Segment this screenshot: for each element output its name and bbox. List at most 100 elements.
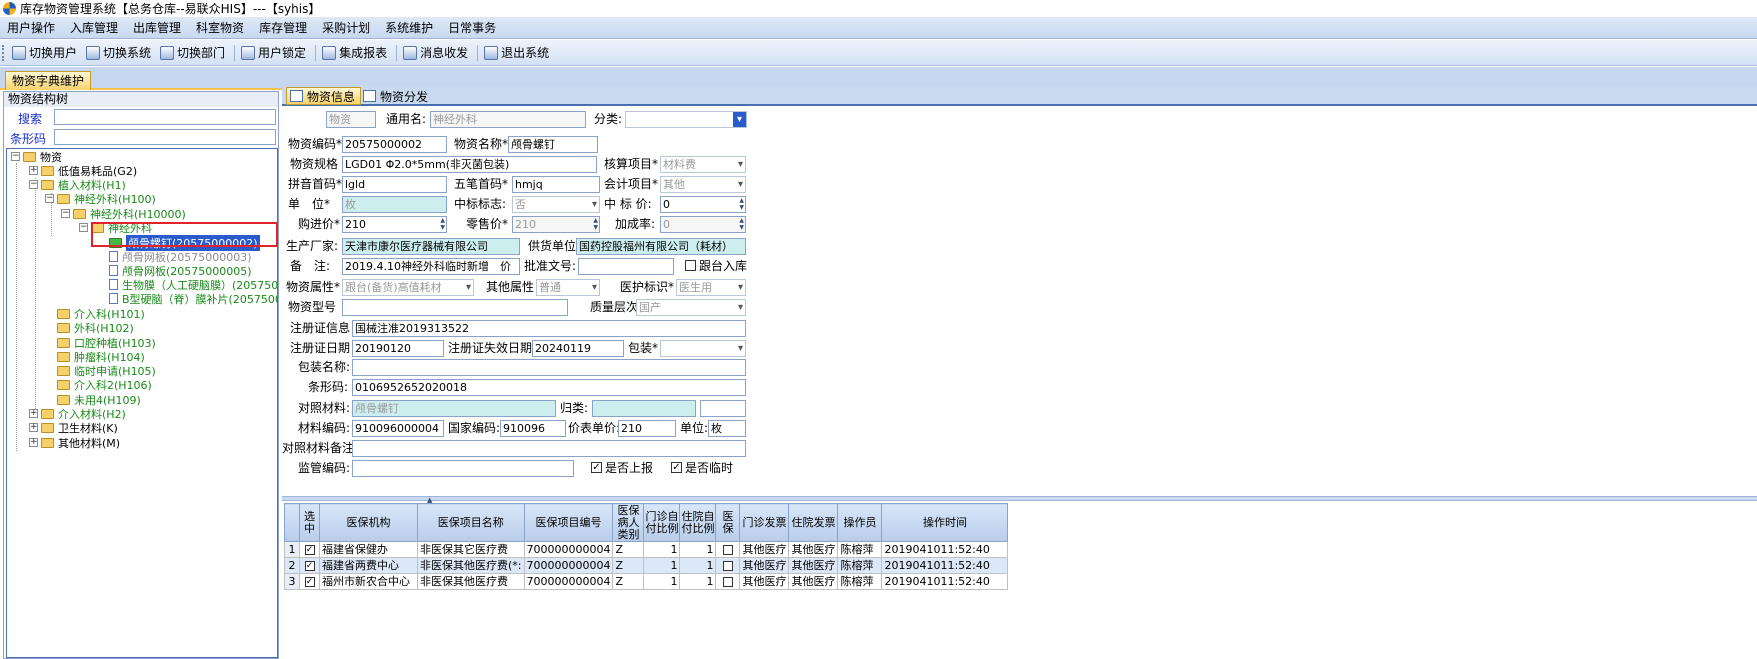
- select-cell[interactable]: ✓: [299, 557, 320, 574]
- row-select-checkbox[interactable]: ✓: [304, 544, 315, 555]
- tree-node[interactable]: − 神经外科(H100): [45, 191, 156, 206]
- other-property-select[interactable]: 普通: [536, 279, 600, 296]
- collapse-toggle[interactable]: −: [45, 194, 54, 203]
- switch-user-button[interactable]: 切换用户: [9, 44, 83, 61]
- expand-toggle[interactable]: +: [29, 423, 38, 432]
- quality-select[interactable]: 国产: [636, 299, 746, 316]
- note-field[interactable]: 2019.4.10神经外科临时新增 价: [342, 258, 520, 275]
- collapse-toggle[interactable]: −: [29, 180, 38, 189]
- column-header[interactable]: 医保: [715, 503, 741, 542]
- collapse-toggle[interactable]: −: [79, 223, 88, 232]
- row-select-checkbox[interactable]: ✓: [304, 576, 315, 587]
- menu-purchase-plan[interactable]: 采购计划: [315, 17, 378, 38]
- insurance-checkbox[interactable]: [722, 576, 733, 587]
- row-select-checkbox[interactable]: ✓: [304, 560, 315, 571]
- select-cell[interactable]: ✓: [299, 541, 320, 558]
- tab-material-dictionary[interactable]: 物资字典维护: [5, 71, 92, 90]
- column-header[interactable]: 医保项目名称: [417, 503, 525, 542]
- name-field[interactable]: 颅骨螺钉: [508, 136, 598, 153]
- table-row[interactable]: 2 ✓ 福建省两费中心 非医保其他医疗费(*: 700000000004 Z 1…: [284, 557, 1009, 574]
- tree-node[interactable]: B型硬脑（脊）膜补片(2057500: [109, 291, 277, 306]
- tree-node[interactable]: + 卫生材料(K): [29, 420, 118, 435]
- menu-dept-materials[interactable]: 科室物资: [189, 17, 252, 38]
- column-header[interactable]: 住院发票: [788, 503, 839, 542]
- material-code-field[interactable]: 910096000004: [352, 420, 444, 437]
- package-name-field[interactable]: [352, 359, 746, 376]
- registration-field[interactable]: 国械注准2019313522: [352, 320, 746, 337]
- expand-toggle[interactable]: +: [29, 438, 38, 447]
- menu-daily[interactable]: 日常事务: [441, 17, 504, 38]
- category-select[interactable]: [625, 111, 747, 128]
- bid-price-stepper[interactable]: 0: [660, 196, 746, 213]
- message-button[interactable]: 消息收发: [400, 44, 474, 61]
- tab-material-info[interactable]: 物资信息: [286, 87, 362, 105]
- reported-checkbox[interactable]: ✓: [591, 462, 602, 473]
- column-header[interactable]: 操作员: [837, 503, 883, 542]
- column-header[interactable]: 医保机构: [319, 503, 418, 542]
- insurance-checkbox[interactable]: [722, 560, 733, 571]
- exit-button[interactable]: 退出系统: [481, 44, 555, 61]
- spec-field[interactable]: LGD01 Φ2.0*5mm(非灭菌包装): [342, 156, 597, 173]
- tree-node[interactable]: 介入科2(H106): [57, 377, 152, 392]
- tab-material-distribution[interactable]: 物资分发: [360, 87, 433, 105]
- code-field[interactable]: 20575000002: [342, 136, 447, 153]
- column-header[interactable]: 操作时间: [881, 503, 1009, 542]
- mapped-material-field[interactable]: 颅骨螺钉: [352, 400, 556, 417]
- retail-price-stepper[interactable]: 210: [512, 216, 600, 233]
- menu-system[interactable]: 系统维护: [378, 17, 441, 38]
- mapped-note-field[interactable]: [352, 440, 746, 457]
- purchase-price-stepper[interactable]: 210: [342, 216, 447, 233]
- menu-outbound[interactable]: 出库管理: [126, 17, 189, 38]
- pinyin-field[interactable]: lgld: [342, 176, 447, 193]
- medical-flag-select[interactable]: 医生用: [676, 279, 746, 296]
- accounting-item-select[interactable]: 材料费: [660, 156, 746, 173]
- follow-stock-checkbox[interactable]: [685, 260, 696, 271]
- classify-field[interactable]: [592, 400, 696, 417]
- price-unit-field[interactable]: 210: [618, 420, 676, 437]
- supervision-code-field[interactable]: [352, 460, 574, 477]
- column-header[interactable]: 住院自付比例: [679, 503, 717, 542]
- insurance-checkbox[interactable]: [722, 544, 733, 555]
- lock-user-button[interactable]: 用户锁定: [238, 44, 312, 61]
- unit-short-field[interactable]: 枚: [708, 420, 746, 437]
- markup-rate-stepper[interactable]: 0: [660, 216, 746, 233]
- wubi-field[interactable]: hmjq: [512, 176, 600, 193]
- property-select[interactable]: 跟台(备货)高值耗材: [342, 279, 474, 296]
- report-button[interactable]: 集成报表: [319, 44, 393, 61]
- bid-flag-select[interactable]: 否: [512, 196, 600, 213]
- barcode-field[interactable]: 0106952652020018: [352, 379, 746, 396]
- column-header[interactable]: 医保项目编号: [523, 503, 614, 542]
- expand-toggle[interactable]: +: [29, 409, 38, 418]
- insurance-cell[interactable]: [715, 557, 741, 574]
- manufacturer-field[interactable]: 天津市康尔医疗器械有限公司: [342, 238, 520, 255]
- menu-inbound[interactable]: 入库管理: [63, 17, 126, 38]
- tree-node[interactable]: − 物资: [11, 149, 62, 164]
- toolbar-grip[interactable]: [2, 44, 5, 61]
- tree-node[interactable]: 外科(H102): [57, 320, 134, 335]
- supplier-field[interactable]: 国药控股福州有限公司（耗材）: [576, 238, 746, 255]
- national-code-field[interactable]: 910096: [500, 420, 566, 437]
- model-field[interactable]: [342, 299, 568, 316]
- generic-name-field[interactable]: 神经外科: [430, 111, 586, 128]
- classify-extra-field[interactable]: [700, 400, 746, 417]
- expand-toggle[interactable]: +: [29, 166, 38, 175]
- ledger-item-select[interactable]: 其他: [660, 176, 746, 193]
- barcode-input[interactable]: [54, 129, 276, 145]
- package-select[interactable]: [660, 340, 746, 357]
- insurance-cell[interactable]: [715, 541, 741, 558]
- reg-date-field[interactable]: 20190120: [352, 340, 444, 357]
- temporary-checkbox[interactable]: ✓: [671, 462, 682, 473]
- collapse-toggle[interactable]: −: [11, 152, 20, 161]
- column-header[interactable]: 门诊发票: [739, 503, 790, 542]
- insurance-cell[interactable]: [715, 573, 741, 590]
- menu-user-ops[interactable]: 用户操作: [0, 17, 63, 38]
- column-header[interactable]: 门诊自付比例: [643, 503, 681, 542]
- collapse-toggle[interactable]: −: [61, 209, 70, 218]
- switch-dept-button[interactable]: 切换部门: [157, 44, 231, 61]
- table-row[interactable]: 3 ✓ 福州市新农合中心 非医保其他医疗费 700000000004 Z 1 1…: [284, 573, 1009, 590]
- select-cell[interactable]: ✓: [299, 573, 320, 590]
- search-input[interactable]: [54, 109, 276, 125]
- column-header[interactable]: 选中: [299, 503, 320, 542]
- approval-no-field[interactable]: [578, 258, 674, 275]
- unit-field[interactable]: 枚: [342, 196, 447, 213]
